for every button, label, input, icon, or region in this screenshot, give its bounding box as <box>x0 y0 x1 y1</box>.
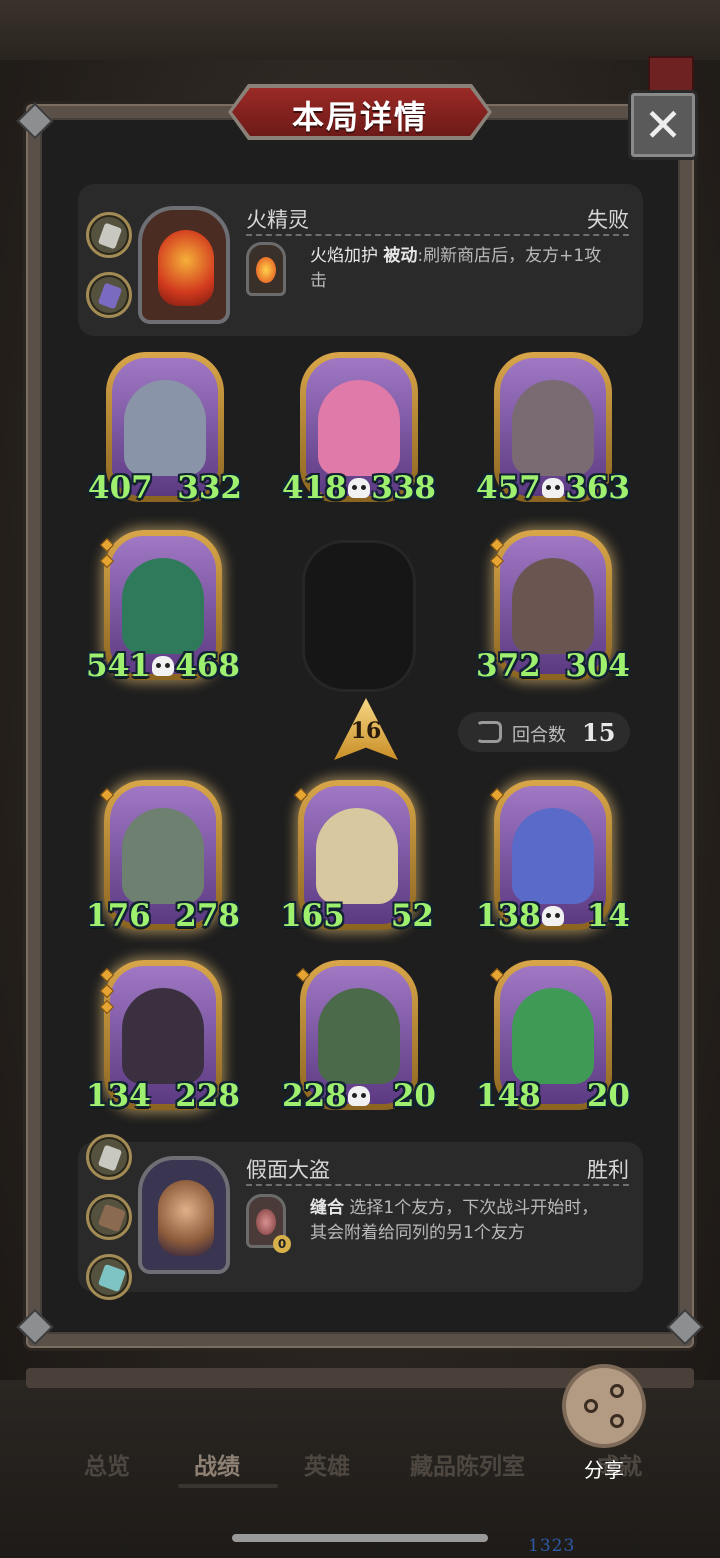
relic-icon[interactable] <box>86 1254 132 1300</box>
player-minion-card[interactable]: 148 20 <box>476 960 630 1114</box>
minion-attack: 228 <box>282 1078 347 1114</box>
player-name: 假面大盗 <box>246 1158 330 1182</box>
empty-board-slot <box>302 540 416 692</box>
player-minion-card[interactable]: 228 20 <box>282 960 436 1114</box>
rounds-icon <box>476 721 502 743</box>
minion-health: 20 <box>586 1078 630 1114</box>
minion-attack: 148 <box>476 1078 541 1114</box>
opponent-skill-text: 火焰加护 被动:刷新商店后，友方+1攻击 <box>310 244 613 294</box>
share-button[interactable] <box>562 1364 646 1448</box>
donkey-bard-minion-art <box>512 380 594 476</box>
home-indicator[interactable] <box>232 1534 488 1542</box>
minion-health: 468 <box>175 648 240 684</box>
tab-records[interactable]: 战绩 <box>194 1447 240 1481</box>
shadow-dragon-minion-art <box>122 988 204 1084</box>
minion-health: 278 <box>175 898 240 934</box>
skull-icon <box>348 1086 370 1106</box>
player-minion-card[interactable]: 134 228 <box>86 960 240 1114</box>
player-skill-text: 缝合 选择1个友方，下次战斗开始时，其会附着给同列的另1个友方 <box>310 1196 613 1246</box>
peacock-minion-art <box>122 558 204 654</box>
rounds-value: 15 <box>582 718 616 747</box>
share-label[interactable]: 分享 <box>584 1454 624 1483</box>
player-minion-card[interactable]: 138 14 <box>476 780 630 934</box>
opponent-minion-card[interactable]: 372 304 <box>476 530 630 684</box>
wolf-minion-art <box>124 380 206 476</box>
skull-icon <box>542 478 564 498</box>
game-screen: { "header": {"title": "本局详情", "close_ico… <box>0 0 720 1558</box>
tab-heroes[interactable]: 英雄 <box>304 1447 350 1481</box>
player-portrait[interactable] <box>138 1156 230 1274</box>
close-button[interactable]: ✕ <box>628 90 698 160</box>
opponent-result: 失败 <box>587 208 629 232</box>
opponent-minion-card[interactable]: 541 468 <box>86 530 240 684</box>
player-minion-card[interactable]: 176 278 <box>86 780 240 934</box>
player-panel: 假面大盗 胜利 0 缝合 选择1个友方，下次战斗开始时，其会附着给同列的另1个友… <box>78 1134 643 1300</box>
opponent-panel: 火精灵 失败 火焰加护 被动:刷新商店后，友方+1攻击 <box>78 184 643 336</box>
minion-health: 20 <box>392 1078 436 1114</box>
fire-skill-icon[interactable] <box>246 242 286 296</box>
minion-attack: 165 <box>280 898 345 934</box>
stitch-skill-icon[interactable]: 0 <box>246 1194 291 1253</box>
skull-icon <box>348 478 370 498</box>
tier-level-badge: 16 <box>334 698 398 760</box>
skill-desc: 选择1个友方，下次战斗开始时，其会附着给同列的另1个友方 <box>310 1198 599 1243</box>
minion-health: 228 <box>175 1078 240 1114</box>
player-minion-card[interactable]: 165 52 <box>280 780 434 934</box>
skill-name: 火焰加护 <box>310 246 378 266</box>
minion-attack: 138 <box>476 898 541 934</box>
relic-icon[interactable] <box>86 272 132 318</box>
minion-health: 52 <box>390 898 434 934</box>
minion-attack: 541 <box>86 648 151 684</box>
rounds-badge: 回合数 15 <box>458 712 630 752</box>
tab-overview[interactable]: 总览 <box>84 1447 130 1481</box>
opponent-minion-card[interactable]: 418 338 <box>282 352 436 506</box>
minion-attack: 457 <box>476 470 541 506</box>
minion-health: 363 <box>565 470 630 506</box>
opponent-portrait[interactable] <box>138 206 230 324</box>
masked-bull-minion-art <box>512 558 594 654</box>
minion-health: 304 <box>565 648 630 684</box>
minion-health: 338 <box>371 470 436 506</box>
relic-icon[interactable] <box>86 1134 132 1180</box>
close-icon: ✕ <box>643 98 683 152</box>
skill-counter: 0 <box>273 1235 291 1253</box>
rounds-label: 回合数 <box>512 725 566 746</box>
fish-knight-minion-art <box>122 808 204 904</box>
skull-icon <box>152 656 174 676</box>
divider-line <box>246 1184 629 1186</box>
scorpion-minion-art <box>318 988 400 1084</box>
divider-line <box>246 234 629 236</box>
skill-name: 缝合 <box>310 1198 344 1218</box>
minion-health: 332 <box>177 470 242 506</box>
page-title: 本局详情 <box>291 98 428 136</box>
dragon-minion-art <box>512 808 594 904</box>
minion-attack: 418 <box>282 470 347 506</box>
opponent-name: 火精灵 <box>246 208 309 232</box>
relic-icon[interactable] <box>86 212 132 258</box>
opponent-minion-card[interactable]: 457 363 <box>476 352 630 506</box>
skeleton-minion-art <box>316 808 398 904</box>
background-wood <box>0 0 720 60</box>
minion-attack: 134 <box>86 1078 151 1114</box>
watermark-text: 1323 408219888879 <box>528 1536 669 1558</box>
player-result: 胜利 <box>587 1158 629 1182</box>
minion-attack: 372 <box>476 648 541 684</box>
tab-collection[interactable]: 藏品陈列室 <box>410 1447 525 1481</box>
lady-minion-art <box>318 380 400 476</box>
title-plate: 本局详情 <box>228 84 492 140</box>
minion-health: 14 <box>586 898 630 934</box>
relic-icon[interactable] <box>86 1194 132 1240</box>
minion-attack: 407 <box>88 470 153 506</box>
green-dragon-minion-art <box>512 988 594 1084</box>
skull-icon <box>542 906 564 926</box>
tier-level: 16 <box>350 718 382 744</box>
skill-type: 被动 <box>383 246 418 266</box>
active-tab-indicator <box>178 1484 278 1488</box>
minion-attack: 176 <box>86 898 151 934</box>
opponent-minion-card[interactable]: 407 332 <box>88 352 242 506</box>
